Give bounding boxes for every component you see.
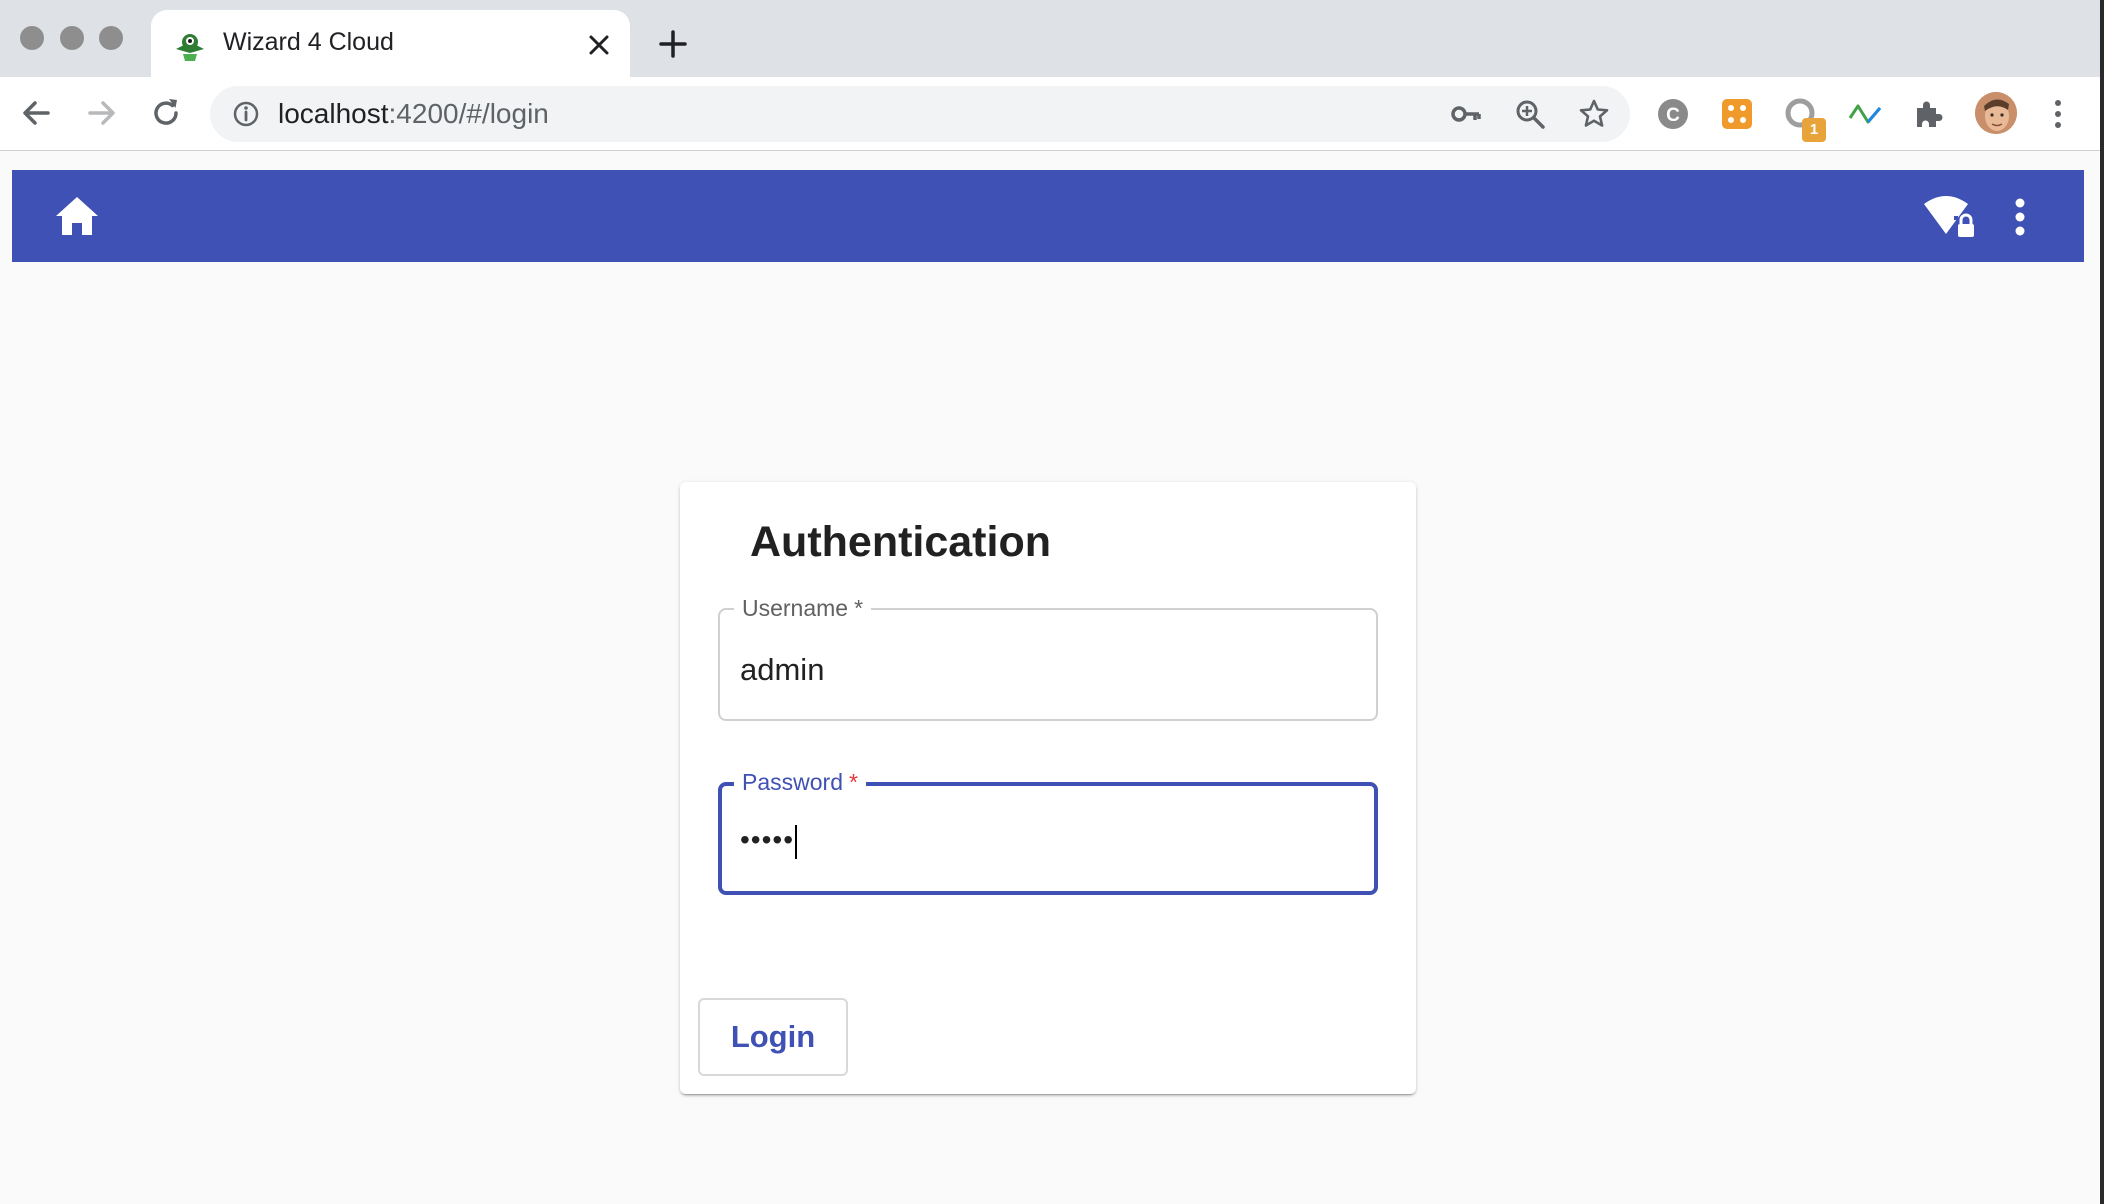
new-tab-icon[interactable]: [657, 28, 689, 60]
browser-tab-strip: Wizard 4 Cloud: [0, 0, 2104, 77]
window-minimize-control[interactable]: [60, 26, 84, 50]
forward-arrow-icon[interactable]: [82, 94, 120, 132]
zoom-icon[interactable]: [1514, 98, 1546, 130]
login-button[interactable]: Login: [698, 998, 848, 1076]
url-host: localhost: [278, 98, 389, 129]
extensions-puzzle-icon[interactable]: [1911, 96, 1947, 132]
extension-wave-icon[interactable]: [1847, 96, 1883, 132]
browser-tab-active[interactable]: Wizard 4 Cloud: [151, 10, 630, 77]
home-icon[interactable]: [54, 194, 100, 238]
extension-c-icon[interactable]: C: [1655, 96, 1691, 132]
window-zoom-control[interactable]: [99, 26, 123, 50]
profile-avatar[interactable]: [1975, 92, 2017, 134]
username-label: Username *: [734, 595, 872, 622]
site-info-icon[interactable]: [232, 100, 260, 128]
extension-badge: 1: [1802, 118, 1826, 142]
profile-face-icon: [1975, 92, 2017, 134]
extension-orange-icon[interactable]: [1719, 96, 1755, 132]
username-label-text: Username: [742, 595, 849, 621]
password-required-mark: *: [848, 769, 858, 795]
wizard-favicon-icon: [176, 34, 204, 61]
password-label-text: Password: [742, 769, 843, 795]
reload-icon[interactable]: [147, 94, 185, 132]
bookmark-star-icon[interactable]: [1578, 98, 1610, 130]
card-title: Authentication: [750, 518, 1051, 566]
window-close-control[interactable]: [20, 26, 44, 50]
username-required-mark: *: [854, 595, 864, 621]
login-card: Authentication Username * admin Password *…: [680, 482, 1416, 1094]
tab-title: Wizard 4 Cloud: [223, 28, 394, 56]
svg-text:C: C: [1666, 105, 1680, 126]
password-label: Password *: [734, 769, 866, 796]
wifi-lock-icon[interactable]: [1922, 194, 1978, 240]
back-arrow-icon[interactable]: [18, 94, 56, 132]
browser-menu-icon[interactable]: [2048, 96, 2068, 132]
password-field[interactable]: Password * •••••: [718, 769, 1378, 895]
more-vert-icon[interactable]: [2012, 196, 2028, 238]
username-field[interactable]: Username * admin: [718, 595, 1378, 721]
address-bar[interactable]: localhost:4200/#/login: [210, 86, 1630, 142]
url-path: :4200/#/login: [388, 98, 549, 129]
username-value[interactable]: admin: [740, 652, 824, 688]
password-masked-text: •••••: [740, 824, 795, 855]
window-edge: [2100, 0, 2104, 1204]
url-text[interactable]: localhost:4200/#/login: [278, 98, 549, 130]
app-toolbar: [12, 170, 2084, 262]
text-caret: [795, 824, 798, 859]
tab-close-icon[interactable]: [586, 32, 612, 58]
password-value[interactable]: •••••: [740, 824, 798, 859]
key-icon[interactable]: [1450, 98, 1482, 130]
